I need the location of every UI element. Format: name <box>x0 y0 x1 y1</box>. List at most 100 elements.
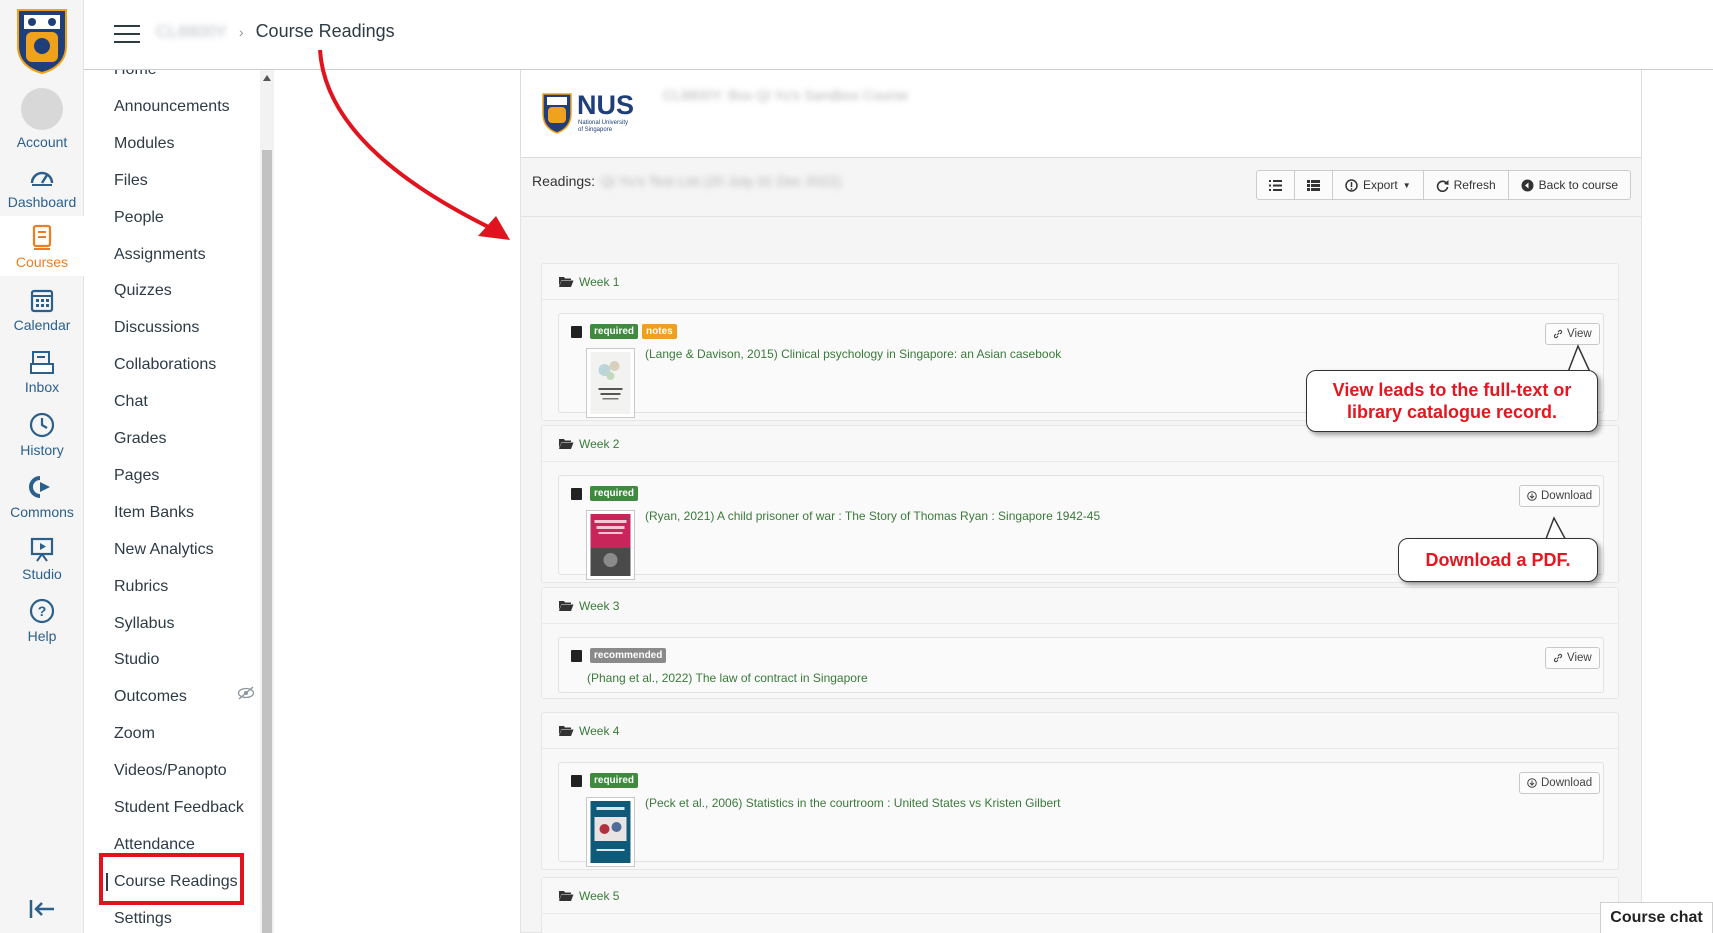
commons-icon <box>29 476 50 498</box>
export-label: Export <box>1363 178 1398 192</box>
week-header[interactable]: Week 1 <box>542 264 1618 300</box>
nav-courses[interactable]: Courses <box>0 216 84 276</box>
course-nav-item-people[interactable]: People <box>114 209 164 227</box>
reading-citation-link[interactable]: (Lange & Davison, 2015) Clinical psychol… <box>645 347 1061 361</box>
course-nav-item-assignments[interactable]: Assignments <box>114 246 206 264</box>
nav-history[interactable]: History <box>0 411 84 458</box>
refresh-label: Refresh <box>1453 178 1496 192</box>
refresh-icon <box>1436 179 1449 192</box>
toolbar-button-group: Export ▼ Refresh Back to course <box>1256 170 1632 200</box>
detail-view-button[interactable] <box>1294 170 1333 200</box>
reading-badges: required notes <box>571 324 677 339</box>
course-nav-item-outcomes[interactable]: Outcomes <box>114 688 187 706</box>
week-header[interactable]: Week 5 <box>542 878 1618 914</box>
course-nav-item-pages[interactable]: Pages <box>114 467 159 485</box>
course-nav-item-attendance[interactable]: Attendance <box>114 836 195 854</box>
breadcrumb: CL8800Y › Course Readings <box>156 21 395 42</box>
book-icon <box>571 649 582 662</box>
nav-inbox[interactable]: Inbox <box>0 348 84 395</box>
course-nav-item-collaborations[interactable]: Collaborations <box>114 356 216 374</box>
notes-badge[interactable]: notes <box>642 324 677 339</box>
nus-crest-logo[interactable] <box>16 8 68 74</box>
book-cover-thumbnail[interactable] <box>586 348 635 418</box>
download-button[interactable]: Download <box>1519 772 1601 794</box>
download-button[interactable]: Download <box>1519 485 1601 507</box>
view-button[interactable]: View <box>1545 647 1600 669</box>
nav-help-label: Help <box>27 628 57 644</box>
week-header[interactable]: Week 4 <box>542 713 1618 749</box>
inbox-icon <box>30 351 54 374</box>
svg-text:?: ? <box>38 603 47 619</box>
dashboard-icon <box>30 171 54 186</box>
book-icon <box>571 325 582 338</box>
nav-calendar[interactable]: Calendar <box>0 286 84 333</box>
red-annotation-arrow <box>318 49 510 240</box>
download-icon <box>1527 491 1537 501</box>
required-badge: required <box>590 324 639 339</box>
nav-dashboard[interactable]: Dashboard <box>0 163 84 210</box>
course-nav-item-announcements[interactable]: Announcements <box>114 98 230 116</box>
hamburger-menu-icon[interactable] <box>114 25 140 45</box>
download-callout-text: Download a PDF. <box>1425 550 1571 570</box>
course-nav-item-grades[interactable]: Grades <box>114 430 166 448</box>
view-callout-line-2: library catalogue record. <box>1346 402 1558 422</box>
scroll-up-arrow-icon[interactable] <box>263 75 271 81</box>
back-to-course-label: Back to course <box>1538 178 1619 192</box>
course-nav-item-student-feedback[interactable]: Student Feedback <box>114 799 244 817</box>
view-button[interactable]: View <box>1545 323 1600 345</box>
folder-open-icon <box>559 601 574 611</box>
refresh-button[interactable]: Refresh <box>1422 170 1509 200</box>
caret-down-icon: ▼ <box>1402 180 1411 190</box>
course-nav-item-modules[interactable]: Modules <box>114 135 174 153</box>
breadcrumb-separator-icon: › <box>238 23 244 40</box>
reading-citation-link[interactable]: (Peck et al., 2006) Statistics in the co… <box>645 796 1061 810</box>
course-nav-item-syllabus[interactable]: Syllabus <box>114 615 174 633</box>
nav-commons[interactable]: Commons <box>0 473 84 520</box>
course-nav-item-studio[interactable]: Studio <box>114 651 159 669</box>
book-cover-thumbnail[interactable] <box>586 797 635 867</box>
course-nav-item-chat[interactable]: Chat <box>114 393 148 411</box>
list-view-button[interactable] <box>1256 170 1295 200</box>
reading-citation-link[interactable]: (Phang et al., 2022) The law of contract… <box>587 671 868 685</box>
reading-item: required (Peck et al., 2006) Statistics … <box>558 762 1604 867</box>
course-nav-item-item-banks[interactable]: Item Banks <box>114 504 194 522</box>
course-nav-item-settings[interactable]: Settings <box>114 910 172 928</box>
collapse-nav-icon[interactable] <box>28 898 56 920</box>
book-cover-image <box>590 352 631 414</box>
nav-studio[interactable]: Studio <box>0 535 84 582</box>
course-nav-item-quizzes[interactable]: Quizzes <box>114 282 172 300</box>
list-view-icon <box>1269 179 1282 191</box>
course-chat-tab[interactable]: Course chat <box>1600 902 1713 933</box>
readings-label: Readings: Qi Yu's Test List (20 July-31 D… <box>532 173 841 189</box>
courses-icon <box>32 224 52 250</box>
course-nav-item-rubrics[interactable]: Rubrics <box>114 578 168 596</box>
detail-view-icon <box>1307 179 1320 191</box>
course-nav-item-new-analytics[interactable]: New Analytics <box>114 541 214 559</box>
course-nav-item-files[interactable]: Files <box>114 172 148 190</box>
readings-label-text: Readings: <box>532 173 596 189</box>
book-cover-thumbnail[interactable] <box>586 510 635 580</box>
nav-account[interactable]: Account <box>0 88 84 150</box>
folder-open-icon <box>559 726 574 736</box>
course-nav-scrollbar-thumb[interactable] <box>262 150 272 933</box>
week-section: Week 5 <box>541 877 1619 933</box>
required-badge: required <box>590 773 639 788</box>
breadcrumb-course-link[interactable]: CL8800Y <box>156 22 227 42</box>
course-nav-item-videos-panopto[interactable]: Videos/Panopto <box>114 762 227 780</box>
global-nav: Account Dashboard Courses Calendar Inbox… <box>0 0 84 933</box>
nav-help[interactable]: ? Help <box>0 597 84 644</box>
reading-citation-link[interactable]: (Ryan, 2021) A child prisoner of war : T… <box>645 509 1100 523</box>
week-title: Week 4 <box>579 723 620 738</box>
week-section: Week 4 required (Peck et al., 2006) Stat… <box>541 712 1619 870</box>
back-to-course-button[interactable]: Back to course <box>1507 170 1632 200</box>
week-header[interactable]: Week 3 <box>542 588 1618 624</box>
export-dropdown-button[interactable]: Export ▼ <box>1332 170 1424 200</box>
course-nav-item-zoom[interactable]: Zoom <box>114 725 155 743</box>
course-brand-bar: NUS National University of Singapore CL8… <box>520 70 1642 158</box>
course-nav-item-discussions[interactable]: Discussions <box>114 319 199 337</box>
reading-list-name[interactable]: Qi Yu's Test List (20 July-31 Dec 2022) <box>601 173 841 189</box>
view-button-label: View <box>1567 328 1592 340</box>
week-title: Week 2 <box>579 436 620 451</box>
book-icon <box>571 487 582 500</box>
download-callout: Download a PDF. <box>1398 538 1598 582</box>
